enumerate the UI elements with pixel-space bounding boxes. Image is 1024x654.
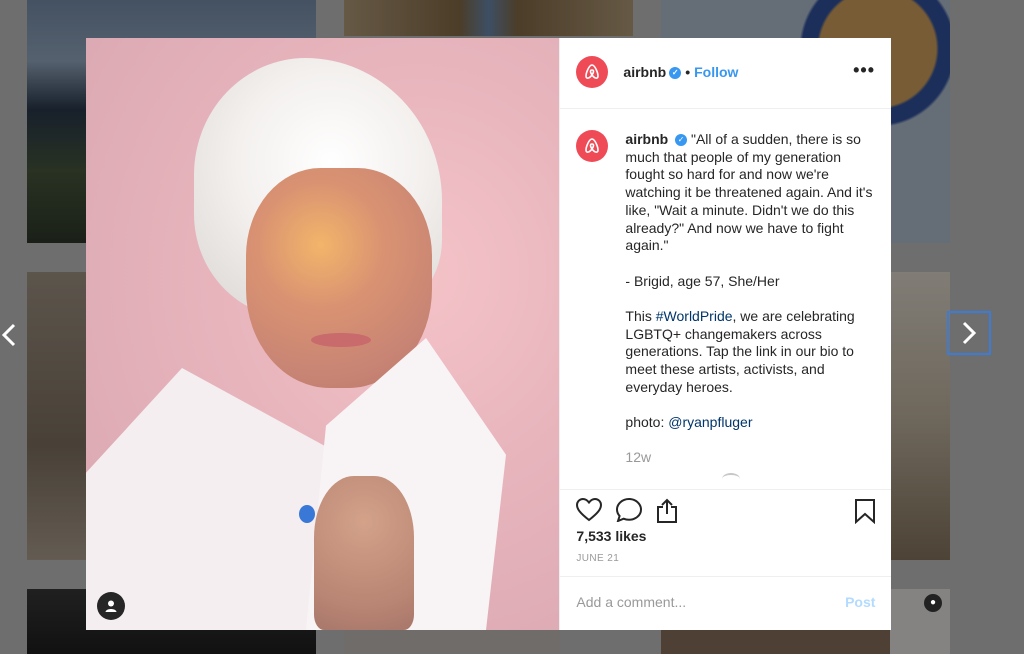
comments-scroll-area[interactable]: airbnb ✓ "All of a sudden, there is so m… [560,109,891,479]
grid-thumbnail[interactable] [661,630,890,654]
comment-input[interactable] [576,594,817,610]
chevron-right-icon [962,321,977,345]
separator-dot: • [685,64,691,80]
bookmark-icon[interactable] [854,498,876,529]
caption-quote: "All of a sudden, there is so much that … [625,131,873,254]
grid-thumbnail[interactable] [344,630,560,654]
previous-post-button[interactable] [0,313,20,357]
likes-count[interactable]: 7,533 likes [576,528,646,544]
grid-thumbnail[interactable] [890,272,950,560]
photo-face [246,168,432,388]
grid-thumbnail[interactable] [27,272,86,560]
post-date[interactable]: JUNE 21 [576,553,619,564]
post-header: airbnb ✓ • Follow ••• [560,38,891,109]
share-icon[interactable] [655,498,679,529]
grid-thumbnail[interactable] [344,0,633,36]
photo-lips [311,333,371,347]
post-username[interactable]: airbnb [623,64,666,80]
photo-nail [299,505,315,523]
airbnb-logo-icon[interactable] [576,130,609,162]
camera-icon: ● [924,594,942,612]
next-post-button[interactable] [947,311,991,355]
post-sidebar: airbnb ✓ • Follow ••• airbnb ✓ "All of a su… [559,38,892,631]
chevron-left-icon [1,323,16,347]
verified-badge-icon: ✓ [675,134,688,147]
verified-badge-icon: ✓ [669,67,682,80]
hashtag-link[interactable]: #WorldPride [656,308,733,324]
follow-button[interactable]: Follow [694,64,738,80]
airbnb-logo-icon[interactable] [576,56,609,88]
load-more-indicator [722,473,741,479]
post-photo[interactable] [86,38,560,630]
caption-attribution: - Brigid, age 57, She/Her [625,272,780,289]
heart-icon[interactable] [576,497,603,527]
user-tag-icon[interactable] [97,592,125,620]
photographer-link[interactable]: @ryanpfluger [668,414,752,430]
post-modal: airbnb ✓ • Follow ••• airbnb ✓ "All of a su… [86,38,892,631]
more-options-button[interactable]: ••• [853,60,875,81]
caption-username[interactable]: airbnb [625,131,668,147]
post-time-ago[interactable]: 12w [625,449,651,465]
caption-body-prefix: This [625,308,656,324]
comment-bar: Post [560,576,892,631]
photo-hand [314,476,414,630]
comment-icon[interactable] [616,497,643,527]
post-caption: airbnb ✓ "All of a sudden, there is so m… [625,131,883,432]
action-bar [560,489,892,530]
photo-collar [86,368,326,630]
photo-credit-label: photo: [625,414,669,431]
post-comment-button[interactable]: Post [845,594,875,610]
